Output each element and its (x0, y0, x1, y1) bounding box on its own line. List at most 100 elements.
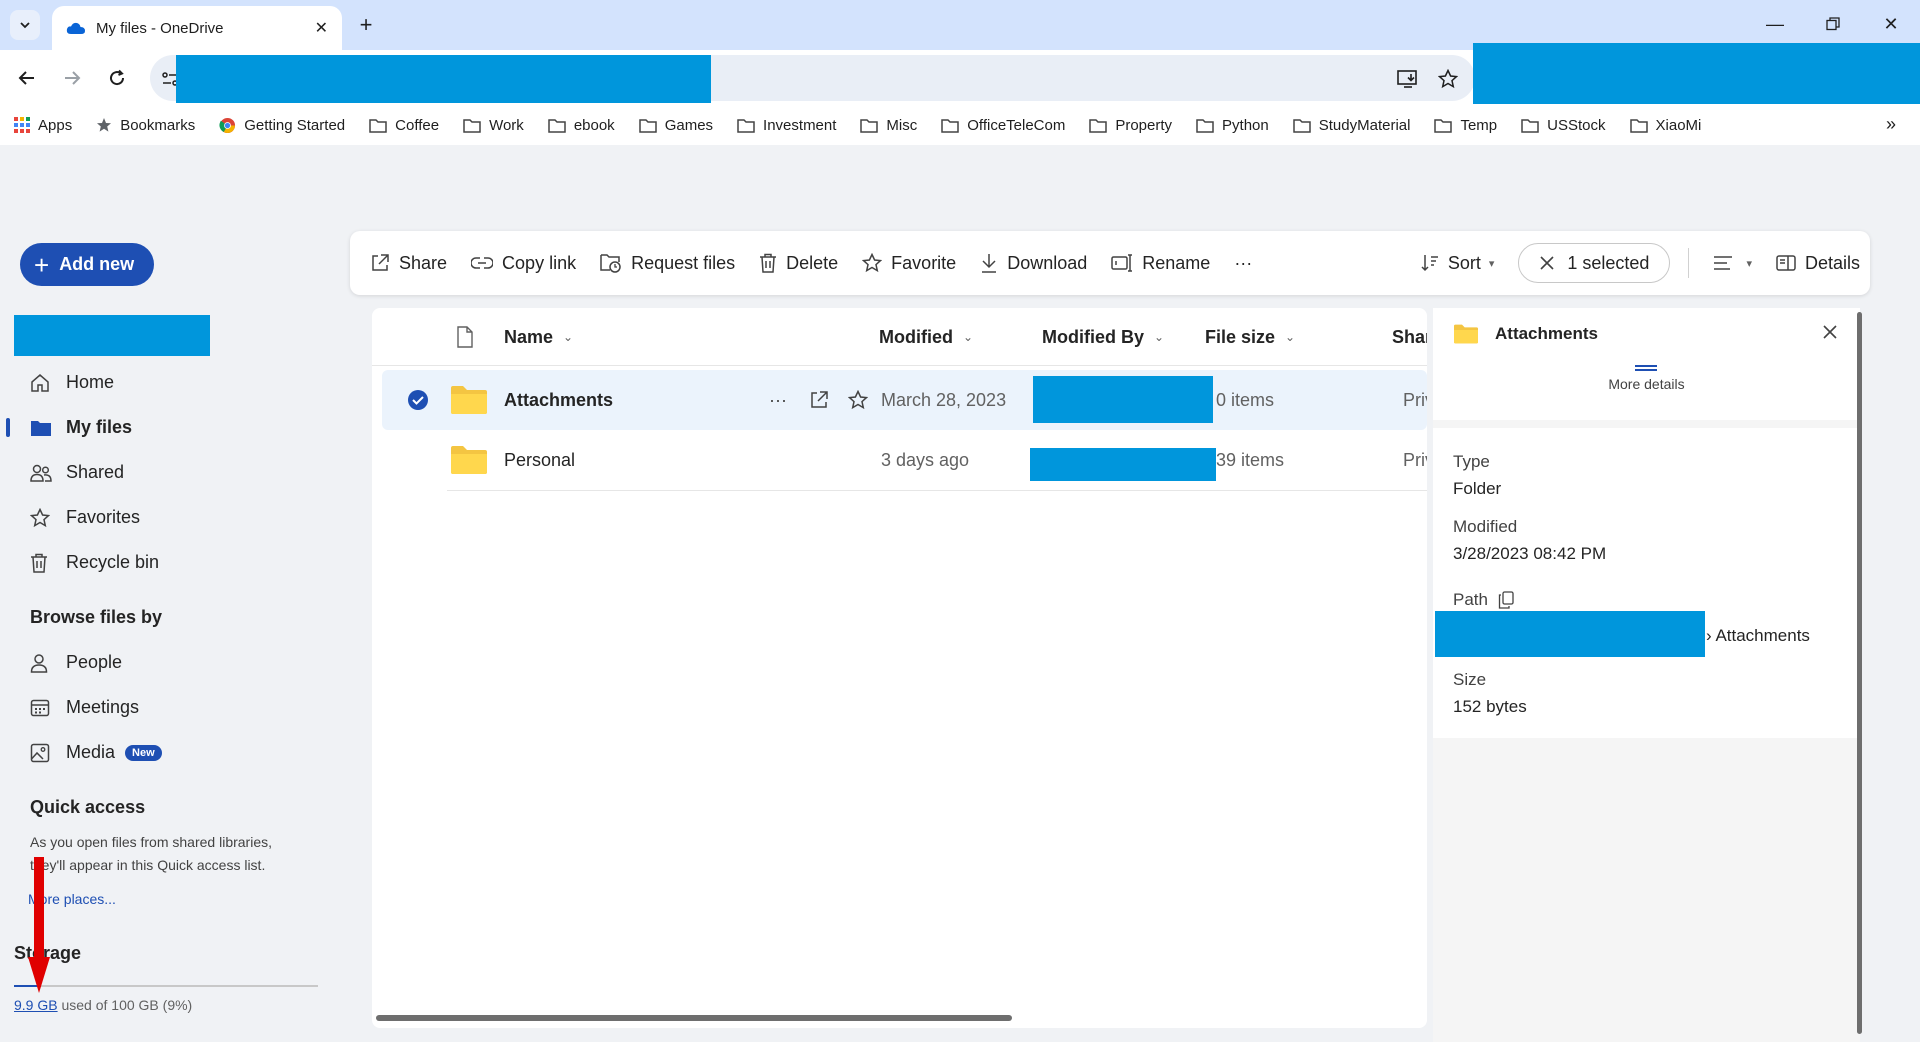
minimize-button[interactable]: — (1746, 0, 1804, 48)
bookmark-folder-officetelecom[interactable]: OfficeTeleCom (941, 117, 1065, 134)
side-navigation: Home My files Shared Favorites Recycle b… (0, 360, 330, 775)
row-favorite-icon[interactable] (848, 370, 868, 430)
folder-icon (463, 118, 481, 133)
quick-access-heading: Quick access (30, 797, 146, 817)
bookmark-bookmarks[interactable]: Bookmarks (96, 117, 195, 134)
bookmark-folder-property[interactable]: Property (1089, 117, 1172, 134)
bookmark-folder-temp[interactable]: Temp (1434, 117, 1497, 134)
table-row[interactable]: Attachments ··· March 28, 2023 0 items P… (382, 370, 1427, 430)
selected-count-label: 1 selected (1567, 252, 1650, 273)
bookmark-label: Temp (1460, 116, 1498, 134)
bookmark-label: Python (1222, 116, 1269, 134)
nav-people[interactable]: People (0, 640, 330, 685)
row-checkbox[interactable] (407, 370, 429, 430)
column-header-modified[interactable]: Modified ⌄ (879, 308, 973, 366)
close-details-button[interactable] (1822, 324, 1838, 345)
bookmark-folder-python[interactable]: Python (1196, 117, 1269, 134)
nav-meetings-label: Meetings (66, 697, 140, 717)
folder-request-icon (600, 254, 621, 273)
delete-button[interactable]: Delete (759, 253, 838, 274)
bookmark-folder-usstock[interactable]: USStock (1521, 117, 1606, 134)
column-header-sharing[interactable]: Shar (1392, 308, 1427, 366)
browser-tab-onedrive[interactable]: My files - OneDrive ✕ (52, 6, 342, 50)
copy-icon[interactable] (1498, 591, 1514, 609)
file-size: 39 items (1216, 449, 1285, 470)
row-more-actions[interactable]: ··· (769, 370, 787, 430)
copy-link-button[interactable]: Copy link (471, 253, 576, 274)
nav-home[interactable]: Home (0, 360, 330, 405)
nav-meetings[interactable]: Meetings (0, 685, 330, 730)
download-button[interactable]: Download (980, 253, 1087, 274)
back-button[interactable] (12, 63, 42, 93)
vertical-scrollbar[interactable] (1857, 312, 1862, 1034)
nav-media[interactable]: Media New (0, 730, 330, 775)
rename-label: Rename (1142, 252, 1211, 273)
image-icon (30, 743, 54, 763)
column-header-file-size[interactable]: File size ⌄ (1205, 308, 1295, 366)
favorite-button[interactable]: Favorite (862, 253, 956, 274)
restore-button[interactable] (1804, 0, 1862, 48)
file-name[interactable]: Personal (504, 430, 575, 490)
file-name[interactable]: Attachments (504, 370, 613, 430)
tab-search-button[interactable] (10, 10, 40, 40)
annotation-arrow (28, 857, 50, 993)
redacted-modified-by (1033, 376, 1213, 423)
bookmarks-bar: Apps Bookmarks Getting Started Coffee Wo… (0, 105, 1920, 145)
bookmark-label: OfficeTeleCom (967, 116, 1066, 134)
bookmark-folder-misc[interactable]: Misc (860, 117, 917, 134)
file-type-column-icon (456, 308, 474, 366)
column-header-name[interactable]: Name ⌄ (504, 308, 573, 366)
more-details-link[interactable]: More details (1433, 376, 1860, 392)
column-header-modified-by[interactable]: Modified By ⌄ (1042, 308, 1164, 366)
row-share-icon[interactable] (809, 370, 829, 430)
bookmark-folder-coffee[interactable]: Coffee (369, 117, 439, 134)
bookmark-label: Games (664, 116, 714, 134)
bookmarks-overflow-button[interactable]: » (1886, 114, 1896, 135)
bookmark-folder-ebook[interactable]: ebook (548, 117, 615, 134)
new-tab-button[interactable]: + (352, 11, 380, 39)
reload-button[interactable] (102, 63, 132, 93)
bookmark-folder-studymaterial[interactable]: StudyMaterial (1293, 117, 1410, 134)
details-properties: Type Folder Modified 3/28/2023 08:42 PM … (1433, 428, 1860, 738)
details-pane-button[interactable]: Details (1776, 253, 1860, 274)
more-commands-button[interactable]: ··· (1234, 253, 1252, 274)
view-options-button[interactable]: ▾ (1713, 255, 1752, 271)
sort-label: Sort (1447, 252, 1481, 273)
nav-recycle-bin[interactable]: Recycle bin (0, 540, 330, 585)
sort-icon (1421, 255, 1438, 272)
install-app-icon[interactable] (1395, 66, 1421, 92)
folder-icon (450, 430, 488, 490)
add-new-button[interactable]: + Add new (20, 243, 154, 286)
rename-button[interactable]: Rename (1111, 253, 1210, 274)
close-tab-icon[interactable]: ✕ (315, 18, 328, 38)
list-view-icon (1714, 256, 1733, 270)
selection-pill[interactable]: 1 selected (1518, 243, 1671, 283)
path-tail[interactable]: › Attachments (1706, 626, 1810, 646)
bookmark-apps[interactable]: Apps (14, 117, 72, 134)
column-file-size-label: File size (1205, 326, 1276, 347)
request-files-button[interactable]: Request files (600, 253, 735, 274)
bookmark-folder-xiaomi[interactable]: XiaoMi (1629, 117, 1701, 134)
nav-my-files[interactable]: My files (0, 405, 330, 450)
share-label: Share (399, 252, 448, 273)
bookmark-folder-work[interactable]: Work (463, 117, 524, 134)
share-button[interactable]: Share (370, 253, 447, 274)
drag-handle-icon[interactable] (1635, 365, 1657, 371)
modified-date: March 28, 2023 (881, 389, 1007, 410)
file-size: 0 items (1216, 389, 1275, 410)
nav-favorites[interactable]: Favorites (0, 495, 330, 540)
bookmark-folder-investment[interactable]: Investment (737, 117, 836, 134)
type-value: Folder (1453, 479, 1502, 498)
table-row[interactable]: Personal 3 days ago 39 items Priva (382, 430, 1427, 490)
bookmark-getting-started[interactable]: Getting Started (219, 117, 345, 134)
redacted-url (176, 55, 711, 103)
bookmark-folder-games[interactable]: Games (638, 116, 714, 134)
bookmark-star-icon[interactable] (1435, 66, 1461, 92)
sort-button[interactable]: Sort ▾ (1421, 252, 1494, 274)
nav-shared[interactable]: Shared (0, 450, 330, 495)
storage-used-link[interactable]: 9.9 GB (14, 997, 58, 1013)
redacted-account-name (14, 315, 210, 356)
horizontal-scrollbar[interactable] (376, 1015, 1012, 1021)
forward-button[interactable] (57, 63, 87, 93)
close-window-button[interactable]: ✕ (1862, 0, 1920, 48)
